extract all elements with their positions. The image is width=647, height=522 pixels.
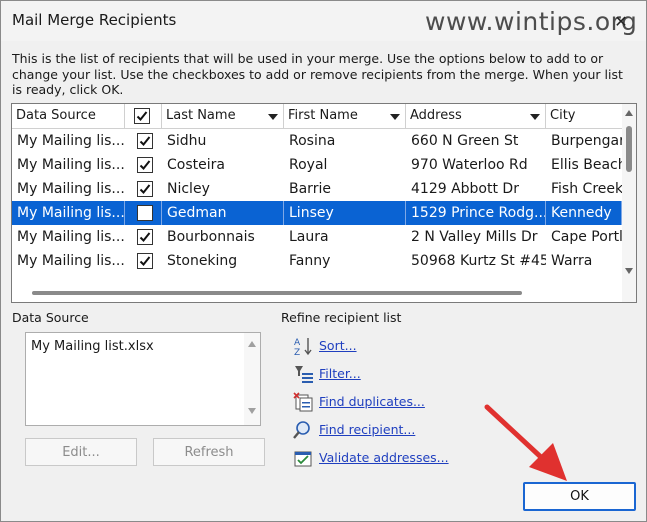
mail-merge-recipients-dialog: Mail Merge Recipients www.wintips.org ✕ … bbox=[0, 0, 647, 522]
cell-source: My Mailing lis... bbox=[17, 157, 125, 173]
chevron-down-icon[interactable] bbox=[530, 114, 540, 120]
header-select-all[interactable] bbox=[125, 104, 162, 128]
vertical-scroll-thumb[interactable] bbox=[626, 126, 632, 172]
cell-city: Burpengar bbox=[551, 133, 622, 149]
cell-address: 660 N Green St bbox=[411, 133, 519, 149]
table-row[interactable]: My Mailing lis... Sidhu Rosina 660 N Green … bbox=[12, 129, 622, 153]
header-city[interactable]: City bbox=[546, 104, 622, 128]
validate-addresses-icon bbox=[294, 451, 312, 467]
scroll-down-arrow-icon[interactable] bbox=[248, 408, 256, 414]
cell-first: Barrie bbox=[289, 181, 331, 197]
header-address[interactable]: Address bbox=[406, 104, 546, 128]
include-checkbox-cell bbox=[125, 201, 162, 225]
include-checkbox[interactable] bbox=[137, 181, 153, 197]
horizontal-scroll-thumb[interactable] bbox=[32, 291, 522, 295]
cell-last: Bourbonnais bbox=[167, 229, 255, 245]
title-bar: Mail Merge Recipients www.wintips.org ✕ bbox=[1, 1, 646, 41]
svg-text:A: A bbox=[294, 338, 301, 348]
cell-address: 4129 Abbott Dr bbox=[411, 181, 519, 197]
scroll-up-arrow-icon[interactable] bbox=[625, 110, 633, 116]
intro-text: This is the list of recipients that will… bbox=[12, 51, 623, 97]
cell-city: Ellis Beach bbox=[551, 157, 622, 173]
include-checkbox[interactable] bbox=[137, 229, 153, 245]
table-row[interactable]: My Mailing lis... Bourbonnais Laura 2 N Val… bbox=[12, 225, 622, 249]
window-title: Mail Merge Recipients bbox=[12, 11, 177, 29]
include-checkbox-cell bbox=[125, 249, 162, 273]
include-checkbox[interactable] bbox=[137, 157, 153, 173]
table-row[interactable]: My Mailing lis... Stoneking Fanny 50968 Kur… bbox=[12, 249, 622, 273]
header-data-source[interactable]: Data Source bbox=[12, 104, 125, 128]
cell-source: My Mailing lis... bbox=[17, 229, 125, 245]
cell-address: 1529 Prince Rodg... bbox=[406, 201, 546, 225]
cell-first: Royal bbox=[289, 157, 328, 173]
include-checkbox-cell bbox=[125, 129, 162, 153]
svg-text:Z: Z bbox=[294, 348, 300, 356]
table-row[interactable]: My Mailing lis... Nicley Barrie 4129 Abbott… bbox=[12, 177, 622, 201]
cell-first: Rosina bbox=[289, 133, 336, 149]
vertical-scrollbar[interactable] bbox=[622, 104, 636, 302]
find-recipient-icon bbox=[293, 421, 310, 439]
data-source-item[interactable]: My Mailing list.xlsx bbox=[31, 339, 154, 354]
select-all-checkbox[interactable] bbox=[134, 108, 150, 124]
edit-button[interactable]: Edit... bbox=[25, 438, 137, 466]
data-source-label: Data Source bbox=[12, 310, 89, 325]
cell-last: Sidhu bbox=[167, 133, 207, 149]
close-button[interactable]: ✕ bbox=[599, 5, 643, 39]
cell-last: Stoneking bbox=[167, 253, 238, 269]
red-arrow-annotation bbox=[484, 404, 567, 481]
data-source-list[interactable]: My Mailing list.xlsx bbox=[25, 332, 261, 426]
find-duplicates-icon bbox=[293, 392, 313, 412]
chevron-down-icon[interactable] bbox=[390, 114, 400, 120]
cell-address: 2 N Valley Mills Dr bbox=[411, 229, 538, 245]
cell-last: Nicley bbox=[167, 181, 210, 197]
cell-source: My Mailing lis... bbox=[17, 133, 125, 149]
horizontal-scrollbar[interactable] bbox=[12, 284, 622, 302]
refine-recipient-list-label: Refine recipient list bbox=[281, 310, 402, 325]
filter-icon bbox=[295, 366, 313, 383]
cell-city: Warra bbox=[551, 253, 593, 269]
cell-last: Gedman bbox=[162, 201, 284, 225]
cell-address: 970 Waterloo Rd bbox=[411, 157, 528, 173]
include-checkbox-cell bbox=[125, 225, 162, 249]
table-row[interactable]: My Mailing lis... Gedman Linsey 1529 Prince… bbox=[12, 201, 622, 225]
table-header: Data Source Last Name First Name Address… bbox=[12, 104, 622, 129]
cell-source: My Mailing lis... bbox=[17, 253, 125, 269]
table-row[interactable]: My Mailing lis... Costeira Royal 970 Waterl… bbox=[12, 153, 622, 177]
cell-last: Costeira bbox=[167, 157, 225, 173]
cell-source: My Mailing lis... bbox=[17, 181, 125, 197]
scroll-up-arrow-icon[interactable] bbox=[248, 341, 256, 347]
cell-city: Cape Portl bbox=[551, 229, 622, 245]
include-checkbox[interactable] bbox=[137, 205, 153, 221]
recipients-table: Data Source Last Name First Name Address… bbox=[11, 103, 637, 303]
include-checkbox[interactable] bbox=[137, 253, 153, 269]
sort-icon: A Z bbox=[294, 338, 312, 356]
cell-first: Fanny bbox=[289, 253, 331, 269]
scroll-down-arrow-icon[interactable] bbox=[625, 268, 633, 274]
include-checkbox-cell bbox=[125, 153, 162, 177]
header-last-name[interactable]: Last Name bbox=[162, 104, 284, 128]
cell-first: Linsey bbox=[284, 201, 406, 225]
header-first-name[interactable]: First Name bbox=[284, 104, 406, 128]
chevron-down-icon[interactable] bbox=[268, 114, 278, 120]
cell-city: Kennedy bbox=[546, 201, 622, 225]
cell-city: Fish Creek bbox=[551, 181, 622, 197]
cell-source: My Mailing lis... bbox=[12, 201, 125, 225]
refresh-button[interactable]: Refresh bbox=[153, 438, 265, 466]
cell-address: 50968 Kurtz St #45 bbox=[411, 253, 546, 269]
data-source-scrollbar[interactable] bbox=[244, 333, 260, 425]
include-checkbox-cell bbox=[125, 177, 162, 201]
include-checkbox[interactable] bbox=[137, 133, 153, 149]
cell-first: Laura bbox=[289, 229, 329, 245]
